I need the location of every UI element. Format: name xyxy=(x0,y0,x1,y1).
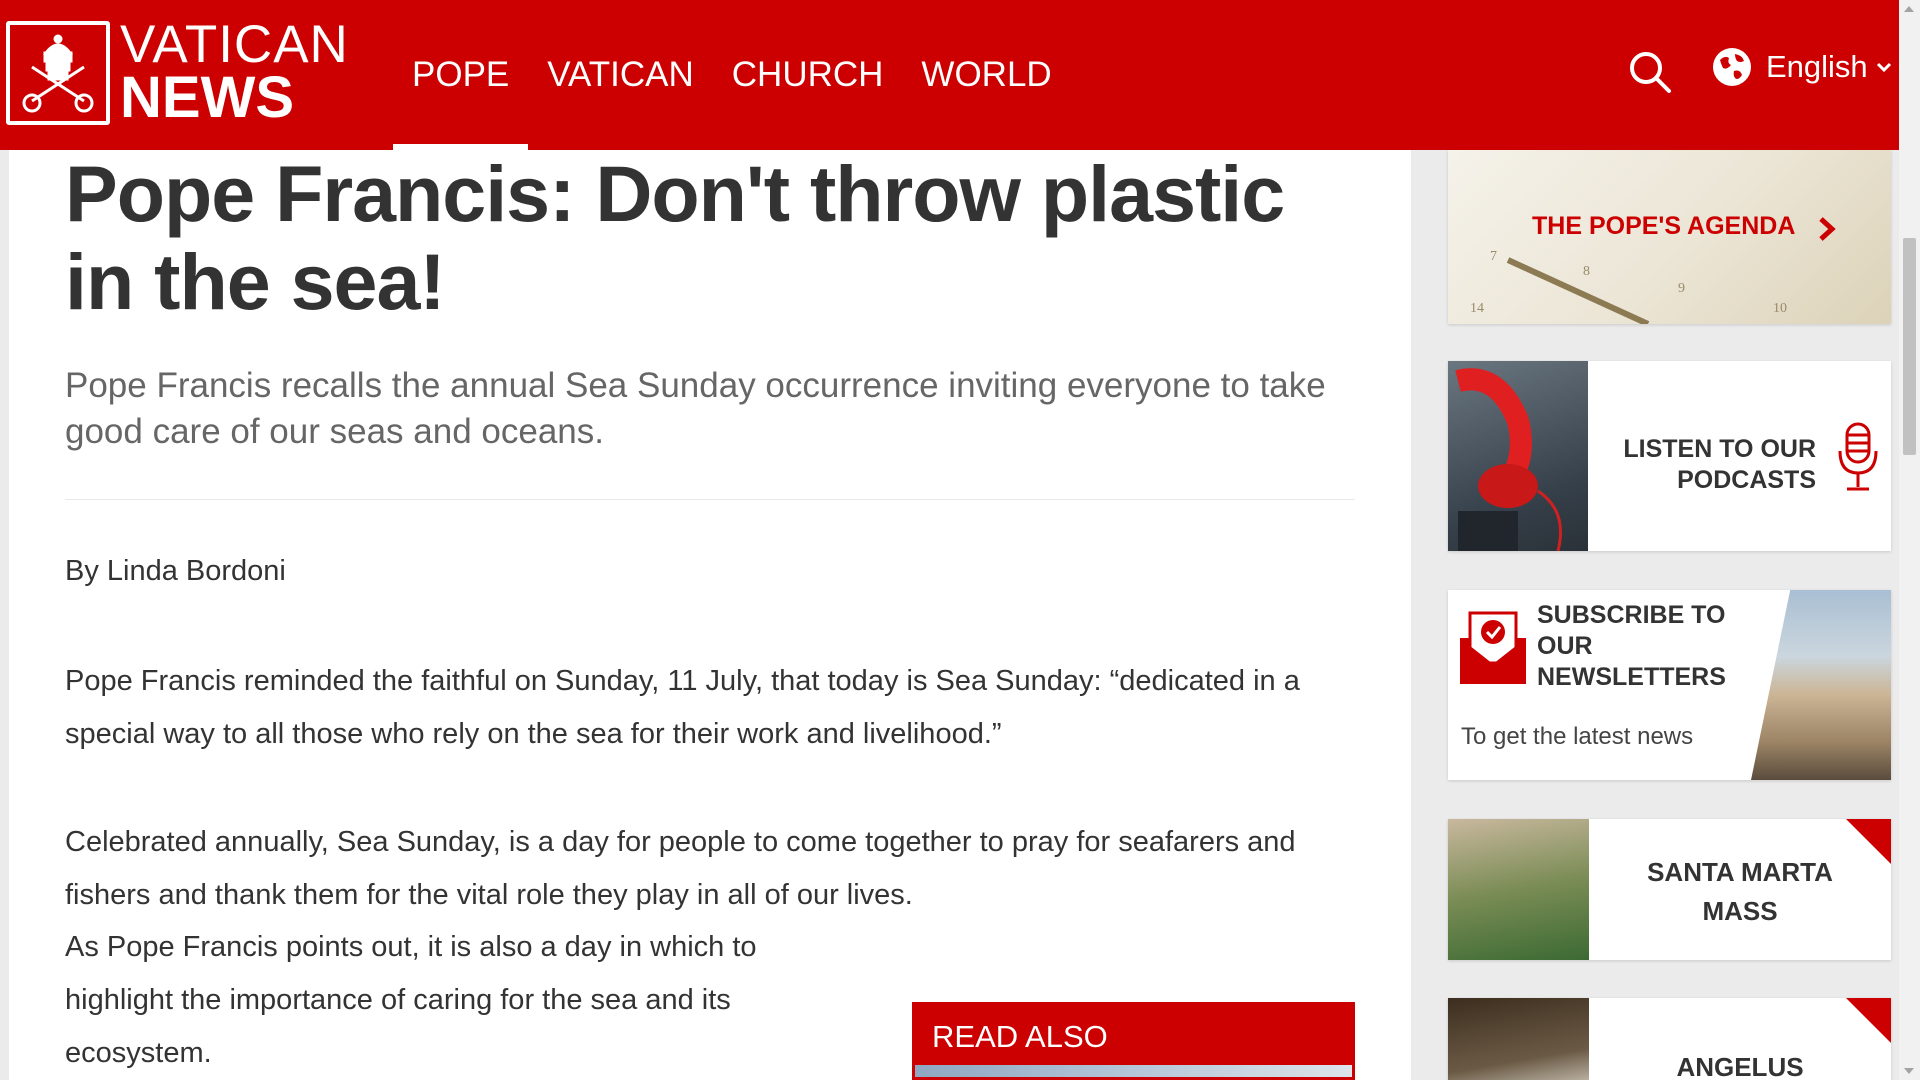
logo-text-vatican: VATICAN xyxy=(120,15,349,74)
scroll-up-arrow[interactable] xyxy=(1904,6,1914,12)
nav-item-church[interactable]: CHURCH xyxy=(713,0,903,150)
svg-text:10: 10 xyxy=(1773,301,1787,316)
angelus-card[interactable]: ANGELUS xyxy=(1448,998,1891,1080)
read-also-label: READ ALSO xyxy=(932,1019,1108,1054)
nav-item-world[interactable]: WORLD xyxy=(902,0,1070,150)
corner-marker xyxy=(1846,819,1891,864)
article-byline: By Linda Bordoni xyxy=(65,555,286,587)
newsletter-title-line1: SUBSCRIBE TO xyxy=(1537,601,1726,629)
pope-angelus-photo xyxy=(1448,998,1589,1080)
site-header: VATICAN NEWS POPE VATICAN CHURCH WORLD E… xyxy=(0,0,1899,150)
scroll-thumb[interactable] xyxy=(1903,238,1916,455)
language-label: English xyxy=(1766,49,1868,84)
podcasts-card[interactable]: LISTEN TO OUR PODCASTS xyxy=(1448,361,1891,551)
popes-agenda-card[interactable]: 7 8 9 10 14 THE POPE'S AGENDA xyxy=(1448,150,1891,324)
scroll-down-arrow[interactable] xyxy=(1904,1068,1914,1074)
mass-label-line2: MASS xyxy=(1702,896,1778,926)
nav-item-pope[interactable]: POPE xyxy=(393,0,529,150)
santa-marta-mass-card[interactable]: SANTA MARTA MASS xyxy=(1448,819,1891,960)
globe-icon xyxy=(1713,48,1751,86)
sidebar: 7 8 9 10 14 THE POPE'S AGENDA LISTEN TO … xyxy=(1412,150,1899,1080)
svg-text:7: 7 xyxy=(1490,249,1497,264)
search-icon xyxy=(1630,52,1671,93)
chevron-down-icon xyxy=(1876,62,1891,73)
corner-marker xyxy=(1846,998,1891,1043)
angelus-label: ANGELUS xyxy=(1676,1052,1804,1080)
language-selector[interactable]: English xyxy=(1711,46,1892,88)
page-scrollbar[interactable] xyxy=(1899,0,1920,1080)
pope-mass-photo xyxy=(1448,819,1589,960)
envelope-icon xyxy=(1460,611,1526,684)
svg-text:14: 14 xyxy=(1470,301,1484,316)
article-main: Pope Francis: Don't throw plastic in the… xyxy=(9,150,1411,1080)
chevron-right-icon xyxy=(1819,217,1836,241)
st-peters-basilica-image xyxy=(1751,590,1891,780)
article-subtitle: Pope Francis recalls the annual Sea Sund… xyxy=(65,366,1326,451)
read-also-image[interactable] xyxy=(915,1065,1352,1077)
popes-agenda-label: THE POPE'S AGENDA xyxy=(1532,212,1796,240)
logo-text-news: NEWS xyxy=(120,65,294,130)
search-button[interactable] xyxy=(1622,44,1678,100)
read-also-box[interactable]: READ ALSO xyxy=(912,1002,1355,1080)
newsletter-subtitle: To get the latest news xyxy=(1461,723,1694,750)
svg-text:8: 8 xyxy=(1583,264,1590,279)
newsletter-title-line2: OUR xyxy=(1537,632,1593,660)
article-title: Pope Francis: Don't throw plastic in the… xyxy=(65,150,1285,326)
papal-emblem-icon xyxy=(6,20,110,125)
article-paragraph: Pope Francis reminded the faithful on Su… xyxy=(65,665,1300,750)
svg-text:9: 9 xyxy=(1678,281,1685,296)
article-paragraph: As Pope Francis points out, it is also a… xyxy=(65,931,757,1069)
microphone-icon xyxy=(1838,422,1878,491)
divider xyxy=(65,499,1355,500)
main-nav: POPE VATICAN CHURCH WORLD xyxy=(393,0,1071,150)
podcasts-label-line1: LISTEN TO OUR xyxy=(1623,435,1816,463)
nav-item-vatican[interactable]: VATICAN xyxy=(528,0,713,150)
newsletter-title-line3: NEWSLETTERS xyxy=(1537,663,1726,691)
newsletter-card[interactable]: SUBSCRIBE TO OUR NEWSLETTERS To get the … xyxy=(1448,590,1891,780)
article-paragraph: Celebrated annually, Sea Sunday, is a da… xyxy=(65,826,1296,911)
podcasts-label-line2: PODCASTS xyxy=(1677,466,1816,494)
vatican-news-logo[interactable]: VATICAN NEWS xyxy=(6,18,349,127)
